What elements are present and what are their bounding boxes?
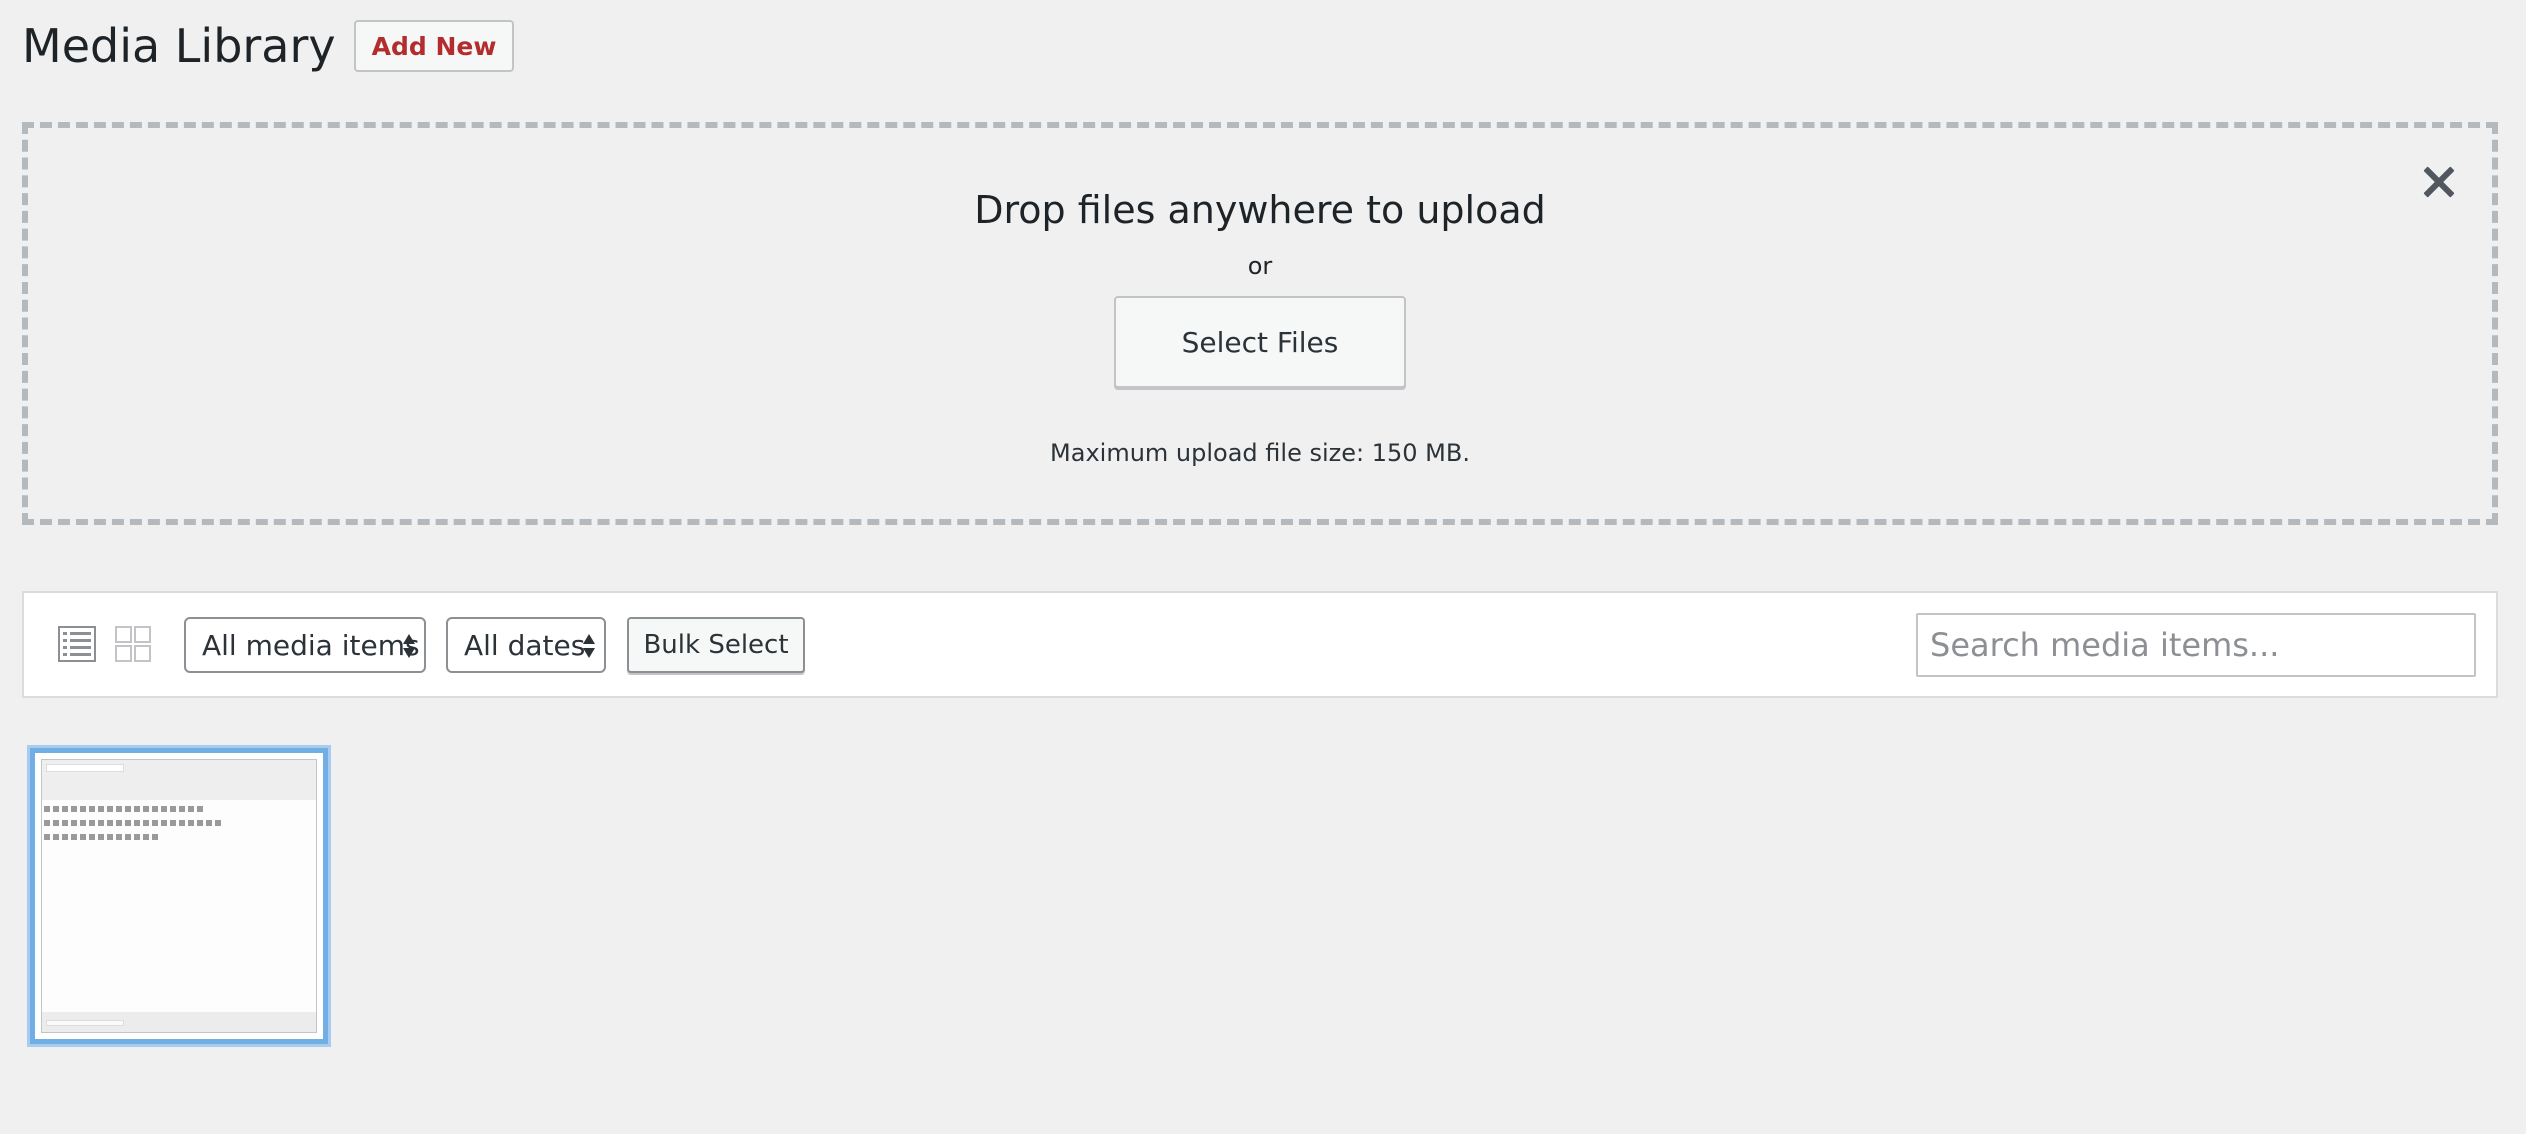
select-arrows-icon bbox=[403, 634, 415, 658]
search-media-input[interactable] bbox=[1916, 613, 2476, 677]
preview-header bbox=[42, 760, 316, 800]
date-filter-value: All dates bbox=[464, 628, 586, 662]
media-toolbar: All media items All dates Bulk Select bbox=[22, 591, 2498, 698]
media-type-filter[interactable]: All media items bbox=[184, 617, 426, 673]
attachment-preview bbox=[41, 759, 317, 1033]
preview-footer bbox=[42, 1012, 316, 1032]
upload-dropzone[interactable]: Drop files anywhere to upload or Select … bbox=[22, 122, 2498, 525]
bulk-select-button[interactable]: Bulk Select bbox=[627, 617, 805, 673]
media-item-thumbnail[interactable] bbox=[30, 748, 328, 1044]
max-upload-size-text: Maximum upload file size: 150 MB. bbox=[1050, 439, 1470, 467]
media-type-filter-value: All media items bbox=[202, 628, 420, 662]
page-header: Media Library Add New bbox=[22, 18, 515, 74]
list-view-icon[interactable] bbox=[58, 625, 96, 663]
preview-toolbar-row bbox=[44, 832, 314, 842]
add-new-button[interactable]: Add New bbox=[353, 20, 515, 72]
preview-toolbar-row bbox=[44, 818, 314, 828]
select-arrows-icon bbox=[583, 634, 595, 658]
date-filter[interactable]: All dates bbox=[446, 617, 606, 673]
dropzone-or-text: or bbox=[1247, 252, 1273, 280]
dropzone-title: Drop files anywhere to upload bbox=[974, 188, 1546, 232]
page-title: Media Library bbox=[22, 19, 336, 73]
grid-view-icon[interactable] bbox=[114, 625, 152, 663]
select-files-button[interactable]: Select Files bbox=[1114, 296, 1406, 388]
preview-toolbar-row bbox=[44, 804, 314, 814]
